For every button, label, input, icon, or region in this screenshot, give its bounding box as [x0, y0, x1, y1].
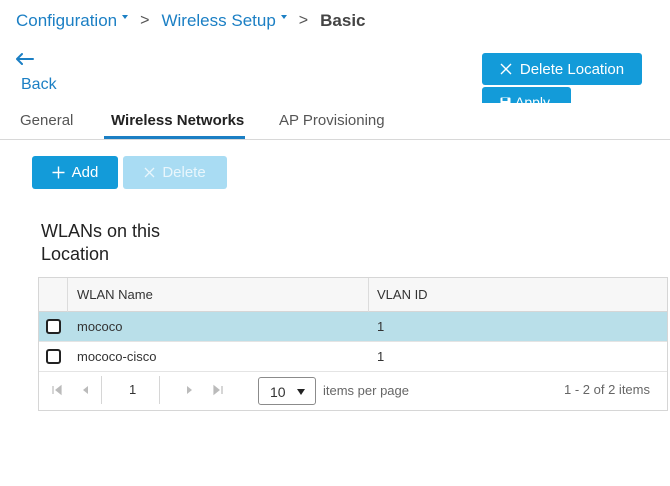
column-header-wlan-name[interactable]: WLAN Name [77, 287, 153, 302]
breadcrumb-separator: > [298, 12, 309, 29]
last-page-icon[interactable] [212, 384, 224, 396]
breadcrumb-wireless-setup-label: Wireless Setup [161, 11, 276, 30]
pager-divider [159, 376, 160, 404]
previous-page-icon[interactable] [80, 384, 92, 396]
delete-location-label: Delete Location [519, 60, 625, 78]
tab-ap-provisioning[interactable]: AP Provisioning [279, 112, 385, 129]
row-checkbox[interactable] [46, 319, 61, 334]
section-title: WLANs on this Location [41, 221, 161, 264]
tab-wireless-networks[interactable]: Wireless Networks [111, 112, 244, 129]
wlan-name-cell: mococo [77, 319, 123, 334]
page-size-select[interactable]: 10 [258, 377, 316, 405]
first-page-icon[interactable] [51, 384, 63, 396]
breadcrumb-configuration[interactable]: Configuration [16, 11, 129, 31]
chevron-down-icon [297, 389, 305, 395]
close-icon [500, 63, 512, 75]
breadcrumb: Configuration > Wireless Setup > Basic [16, 11, 366, 31]
current-page-number[interactable]: 1 [129, 382, 136, 397]
column-header-vlan-id[interactable]: VLAN ID [377, 287, 428, 302]
breadcrumb-current: Basic [320, 11, 366, 30]
close-icon [144, 167, 155, 178]
pager: 1 10 items per page 1 - 2 of 2 items [39, 372, 667, 410]
tab-general[interactable]: General [20, 112, 73, 129]
add-label: Add [71, 164, 99, 181]
pager-range-text: 1 - 2 of 2 items [564, 382, 650, 397]
table-header: WLAN Name VLAN ID [39, 278, 667, 312]
add-button[interactable]: Add [32, 156, 118, 189]
items-per-page-label: items per page [323, 383, 409, 398]
delete-location-button[interactable]: Delete Location [482, 53, 642, 85]
active-tab-indicator [104, 136, 245, 139]
page-size-value: 10 [270, 384, 286, 400]
delete-label: Delete [162, 164, 206, 181]
column-divider [368, 278, 369, 312]
wlan-name-cell: mococo-cisco [77, 349, 157, 364]
tab-bar: General Wireless Networks AP Provisionin… [0, 103, 670, 140]
breadcrumb-configuration-label: Configuration [16, 11, 118, 30]
table-row[interactable]: mococo 1 [39, 312, 667, 342]
column-divider [67, 278, 68, 312]
vlan-id-cell: 1 [377, 349, 385, 364]
caret-down-icon [122, 15, 129, 19]
breadcrumb-separator: > [140, 12, 150, 29]
pager-divider [101, 376, 102, 404]
back-link[interactable]: Back [21, 76, 57, 94]
left-arrow-icon[interactable] [16, 52, 34, 66]
breadcrumb-wireless-setup[interactable]: Wireless Setup [161, 11, 287, 31]
vlan-id-cell: 1 [377, 319, 385, 334]
wlan-table: WLAN Name VLAN ID mococo 1 mococo-cisco … [38, 277, 668, 411]
caret-down-icon [280, 15, 287, 19]
next-page-icon[interactable] [183, 384, 195, 396]
row-checkbox[interactable] [46, 349, 61, 364]
table-row[interactable]: mococo-cisco 1 [39, 342, 667, 372]
plus-icon [52, 166, 65, 179]
delete-button[interactable]: Delete [123, 156, 227, 189]
